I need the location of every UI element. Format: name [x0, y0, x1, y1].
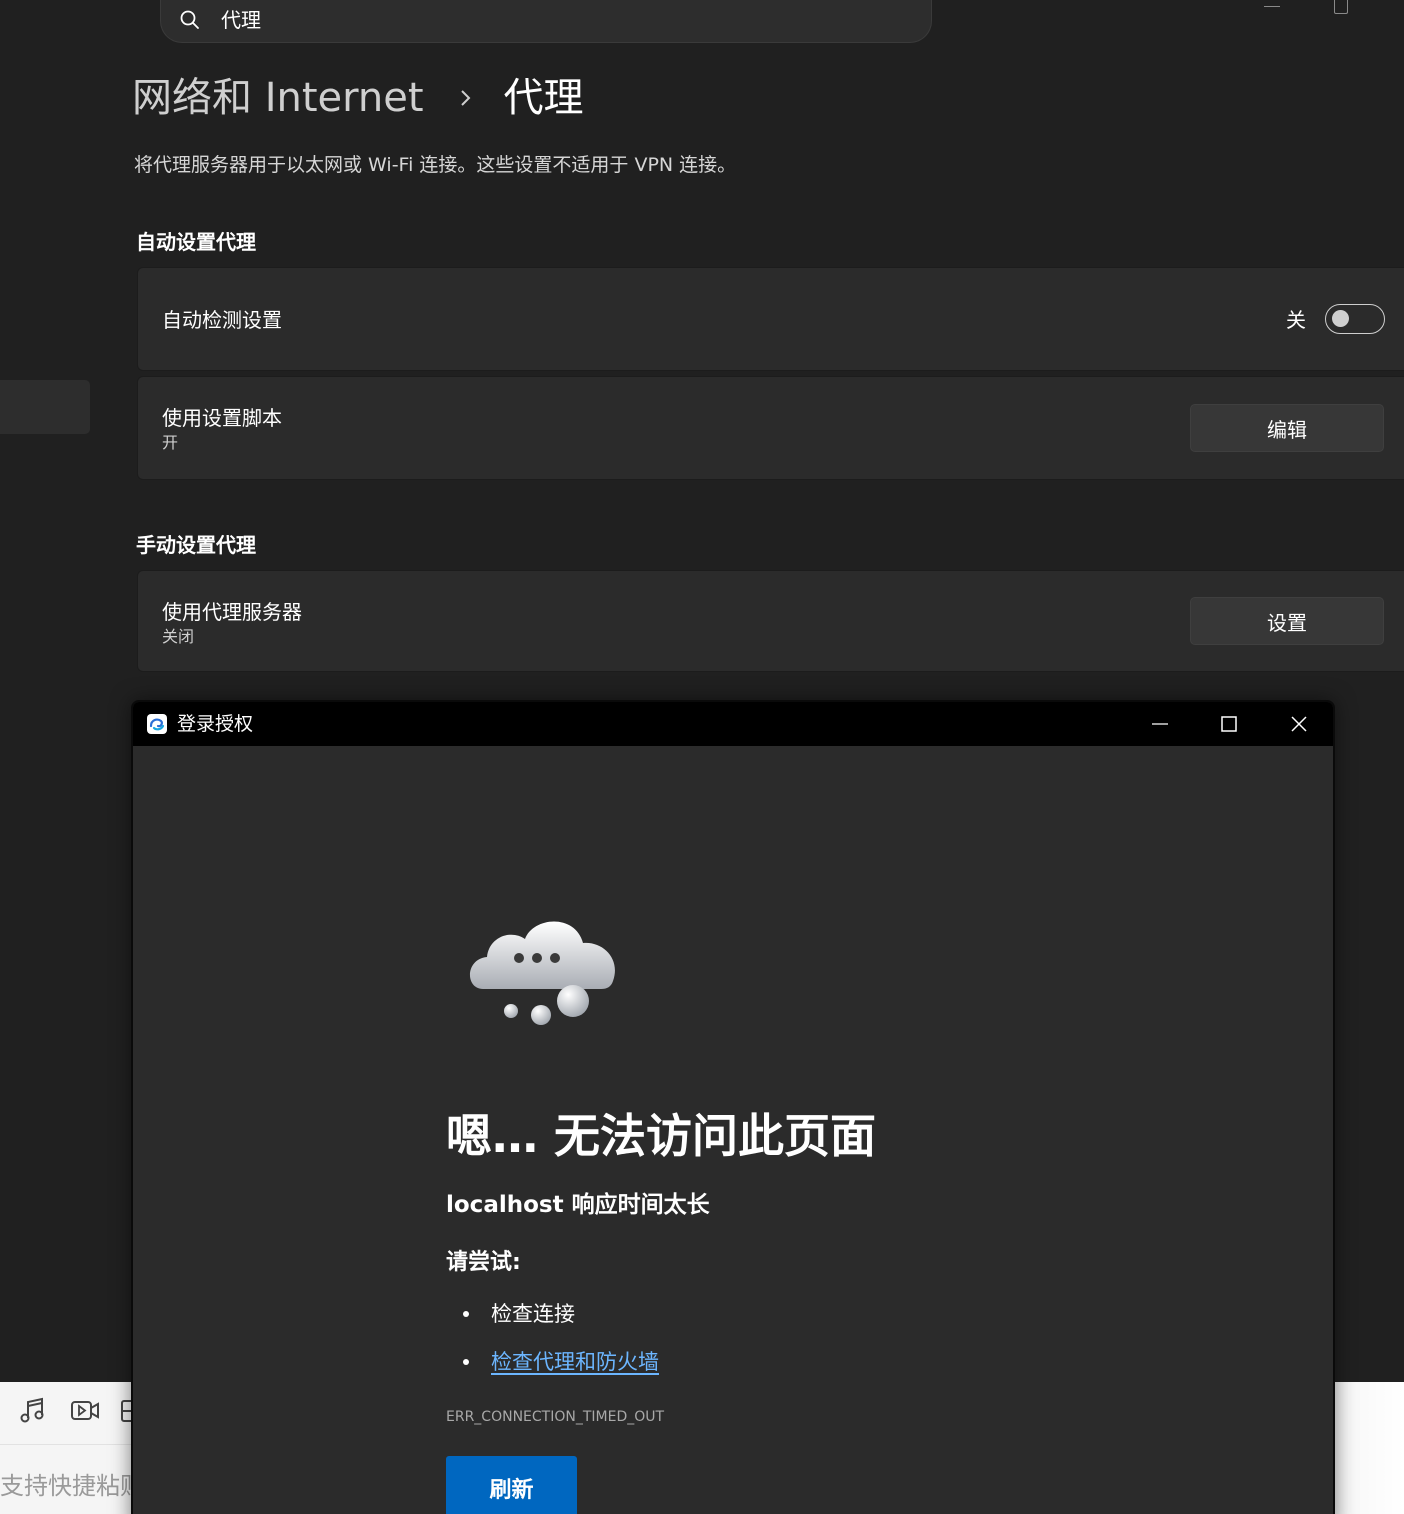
error-code: ERR_CONNECTION_TIMED_OUT — [446, 1409, 665, 1425]
setup-script-card: 使用设置脚本 开 编辑 — [137, 376, 1404, 480]
toggle-knob — [1332, 310, 1349, 327]
login-dialog: 登录授权 嗯… 无法访问此页面 localhost 响应时间太长 请尝试: 检查… — [131, 700, 1335, 1514]
minimize-button[interactable] — [1264, 0, 1282, 16]
error-heading: 嗯… 无法访问此页面 — [446, 1109, 877, 1163]
dialog-maximize-button[interactable] — [1199, 702, 1259, 746]
dialog-titlebar[interactable]: 登录授权 — [133, 702, 1333, 746]
minimize-icon — [1152, 723, 1168, 725]
maximize-icon — [1221, 716, 1237, 732]
bullet — [463, 1311, 469, 1317]
video-icon[interactable] — [70, 1396, 100, 1426]
search-input[interactable]: 代理 — [221, 6, 261, 34]
tip-check-connection: 检查连接 — [491, 1302, 575, 1326]
auto-detect-state: 关 — [1286, 308, 1306, 332]
cloud-error-icon — [469, 921, 615, 1025]
proxy-server-status: 关闭 — [162, 627, 195, 646]
bullet — [463, 1359, 469, 1365]
auto-detect-toggle[interactable] — [1325, 304, 1385, 334]
page-description: 将代理服务器用于以太网或 Wi-Fi 连接。这些设置不适用于 VPN 连接。 — [134, 154, 737, 176]
dialog-minimize-button[interactable] — [1130, 702, 1190, 746]
divider — [0, 1444, 140, 1445]
proxy-server-card: 使用代理服务器 关闭 设置 — [137, 570, 1404, 672]
auto-detect-card: 自动检测设置 关 — [137, 267, 1404, 371]
app-logo-icon — [147, 714, 167, 734]
section-title-auto: 自动设置代理 — [136, 230, 256, 254]
auto-detect-label: 自动检测设置 — [162, 308, 282, 332]
proxy-server-label: 使用代理服务器 — [162, 600, 302, 624]
close-icon — [1291, 716, 1307, 732]
error-subheading: localhost 响应时间太长 — [446, 1192, 710, 1218]
dialog-close-button[interactable] — [1269, 702, 1329, 746]
breadcrumb-parent[interactable]: 网络和 Internet — [132, 70, 424, 126]
setup-button[interactable]: 设置 — [1190, 597, 1384, 645]
paste-hint: 支持快捷粘贴 — [0, 1472, 140, 1500]
refresh-button[interactable]: 刷新 — [446, 1456, 577, 1514]
edit-button[interactable]: 编辑 — [1190, 404, 1384, 452]
page-title: 代理 — [503, 75, 584, 121]
tip-item: 检查连接 — [463, 1298, 575, 1330]
chevron-right-icon — [460, 90, 470, 106]
nav-item-selected[interactable] — [0, 380, 90, 434]
dialog-title: 登录授权 — [177, 713, 254, 735]
music-note-icon[interactable] — [18, 1396, 48, 1426]
tip-check-proxy-link[interactable]: 检查代理和防火墙 — [491, 1346, 659, 1378]
setup-script-status: 开 — [162, 433, 179, 452]
section-title-manual: 手动设置代理 — [136, 533, 256, 557]
tip-item: 检查代理和防火墙 — [463, 1346, 659, 1378]
maximize-button[interactable] — [1334, 0, 1350, 16]
try-label: 请尝试: — [446, 1250, 521, 1275]
setup-script-label: 使用设置脚本 — [162, 406, 282, 430]
edge-fade — [1324, 1382, 1404, 1514]
search-box[interactable]: 代理 — [160, 0, 932, 43]
search-icon — [180, 10, 199, 29]
breadcrumb: 网络和 Internet 代理 — [132, 70, 584, 126]
